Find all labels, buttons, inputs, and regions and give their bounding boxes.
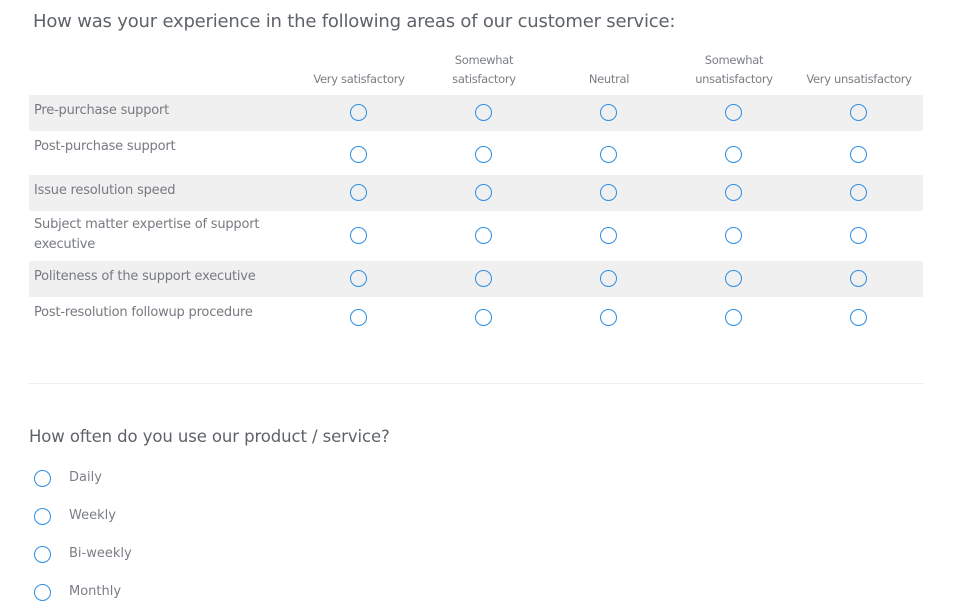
column-header: Somewhat satisfactory	[422, 51, 546, 89]
frequency-radio[interactable]	[34, 584, 51, 601]
column-header-line-2: Very unsatisfactory	[806, 72, 912, 86]
matrix-row: Issue resolution speed	[29, 175, 923, 211]
column-header-line-2: satisfactory	[452, 72, 516, 86]
frequency-option-label: Daily	[69, 470, 102, 485]
frequency-option-label: Bi-weekly	[69, 546, 132, 561]
matrix-row: Post-resolution followup procedure	[29, 297, 923, 339]
frequency-radio[interactable]	[34, 508, 51, 525]
rating-radio[interactable]	[350, 309, 367, 326]
section-divider	[29, 383, 923, 384]
rating-radio[interactable]	[850, 184, 867, 201]
column-header-line-2: Neutral	[588, 72, 630, 86]
frequency-radio[interactable]	[34, 470, 51, 487]
rating-radio[interactable]	[725, 309, 742, 326]
column-header: Neutral	[547, 70, 671, 89]
question-1-title: How was your experience in the following…	[33, 11, 676, 32]
matrix-row-label: Politeness of the support executive	[34, 269, 256, 284]
rating-radio[interactable]	[475, 270, 492, 287]
rating-radio[interactable]	[350, 146, 367, 163]
rating-radio[interactable]	[350, 270, 367, 287]
rating-radio[interactable]	[475, 146, 492, 163]
rating-matrix: Very satisfactory Somewhat satisfactory Neu…	[29, 48, 923, 339]
question-2-title: How often do you use our product / servi…	[29, 427, 390, 446]
rating-radio[interactable]	[350, 184, 367, 201]
column-header-line-1: Somewhat	[704, 53, 764, 67]
frequency-radio[interactable]	[34, 546, 51, 563]
frequency-option-label: Weekly	[69, 508, 116, 523]
rating-radio[interactable]	[850, 227, 867, 244]
rating-radio[interactable]	[850, 270, 867, 287]
column-header-line-2: Very satisfactory	[313, 72, 405, 86]
rating-radio[interactable]	[350, 104, 367, 121]
rating-radio[interactable]	[350, 227, 367, 244]
frequency-option-label: Monthly	[69, 584, 122, 599]
matrix-row-label: Subject matter expertise of support exec…	[34, 217, 260, 252]
column-header: Very satisfactory	[297, 70, 421, 89]
rating-radio[interactable]	[475, 104, 492, 121]
matrix-row: Politeness of the support executive	[29, 261, 923, 297]
matrix-row: Post-purchase support	[29, 131, 923, 175]
matrix-row: Pre-purchase support	[29, 95, 923, 131]
frequency-option[interactable]: Monthly	[34, 583, 334, 603]
rating-radio[interactable]	[600, 104, 617, 121]
column-header: Very unsatisfactory	[797, 70, 921, 89]
rating-radio[interactable]	[475, 309, 492, 326]
rating-radio[interactable]	[850, 104, 867, 121]
column-header: Somewhat unsatisfactory	[672, 51, 796, 89]
frequency-option[interactable]: Weekly	[34, 507, 334, 527]
rating-radio[interactable]	[725, 104, 742, 121]
rating-radio[interactable]	[475, 227, 492, 244]
frequency-option[interactable]: Bi-weekly	[34, 545, 334, 565]
frequency-option[interactable]: Daily	[34, 469, 334, 489]
rating-radio[interactable]	[725, 270, 742, 287]
rating-radio[interactable]	[600, 309, 617, 326]
matrix-row-label: Post-purchase support	[34, 139, 176, 154]
rating-radio[interactable]	[475, 184, 492, 201]
column-header-line-1: Somewhat	[454, 53, 514, 67]
rating-radio[interactable]	[600, 227, 617, 244]
matrix-row-label: Pre-purchase support	[34, 103, 170, 118]
matrix-row: Subject matter expertise of support exec…	[29, 211, 923, 261]
column-header-line-2: unsatisfactory	[695, 72, 773, 86]
rating-radio[interactable]	[725, 227, 742, 244]
rating-radio[interactable]	[600, 184, 617, 201]
rating-radio[interactable]	[850, 146, 867, 163]
matrix-row-label: Issue resolution speed	[34, 183, 176, 198]
rating-radio[interactable]	[600, 146, 617, 163]
rating-radio[interactable]	[725, 184, 742, 201]
rating-radio[interactable]	[600, 270, 617, 287]
matrix-row-label: Post-resolution followup procedure	[34, 305, 253, 320]
matrix-body: Pre-purchase support Post-purchase suppor…	[29, 95, 923, 339]
rating-radio[interactable]	[725, 146, 742, 163]
matrix-header: Very satisfactory Somewhat satisfactory Neu…	[29, 48, 923, 95]
rating-radio[interactable]	[850, 309, 867, 326]
